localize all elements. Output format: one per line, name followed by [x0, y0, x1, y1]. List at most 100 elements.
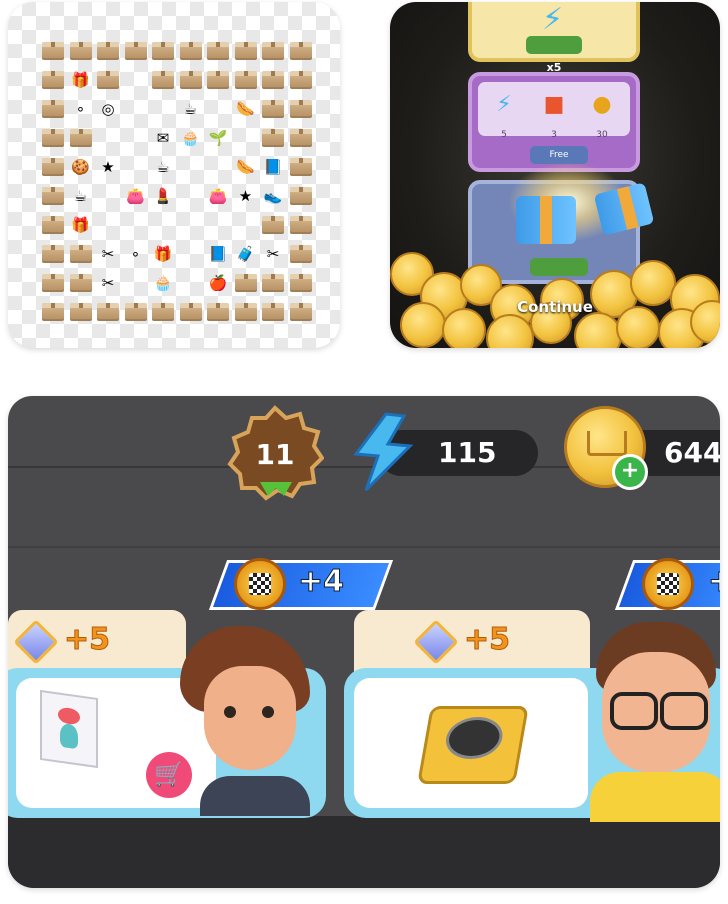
cardboard-box-icon[interactable] [289, 185, 313, 207]
empty-cell[interactable] [179, 156, 203, 178]
empty-cell[interactable] [151, 214, 175, 236]
empty-cell[interactable] [124, 98, 148, 120]
empty-cell[interactable] [206, 214, 230, 236]
cardboard-box-icon[interactable] [41, 156, 65, 178]
cardboard-box-icon[interactable] [206, 40, 230, 62]
cup-icon[interactable]: ☕ [69, 185, 93, 207]
cardboard-box-icon[interactable] [151, 40, 175, 62]
empty-cell[interactable] [179, 272, 203, 294]
cardboard-box-icon[interactable] [179, 69, 203, 91]
claim-button[interactable] [530, 258, 588, 276]
cardboard-box-icon[interactable] [124, 40, 148, 62]
apple-icon[interactable]: 🍎 [206, 272, 230, 294]
cardboard-box-icon[interactable] [289, 40, 313, 62]
hair-dryer-icon[interactable]: ✂ [96, 243, 120, 265]
cardboard-box-icon[interactable] [41, 185, 65, 207]
cardboard-box-icon[interactable] [179, 301, 203, 323]
cardboard-box-icon[interactable] [41, 69, 65, 91]
cup-icon[interactable]: ☕ [179, 98, 203, 120]
cardboard-box-icon[interactable] [96, 301, 120, 323]
cardboard-box-icon[interactable] [289, 301, 313, 323]
cardboard-box-icon[interactable] [289, 156, 313, 178]
cardboard-box-icon[interactable] [69, 243, 93, 265]
star-icon[interactable]: ★ [234, 185, 258, 207]
empty-cell[interactable] [96, 185, 120, 207]
purse-icon[interactable]: 👛 [206, 185, 230, 207]
cardboard-box-icon[interactable] [261, 301, 285, 323]
cardboard-box-icon[interactable] [151, 69, 175, 91]
gift-icon[interactable]: 🎁 [151, 243, 175, 265]
cardboard-box-icon[interactable] [41, 243, 65, 265]
hair-dryer-icon[interactable]: ✂ [261, 243, 285, 265]
cardboard-box-icon[interactable] [124, 301, 148, 323]
letter-icon[interactable]: ✉ [151, 127, 175, 149]
empty-cell[interactable] [124, 272, 148, 294]
empty-cell[interactable] [151, 98, 175, 120]
empty-cell[interactable] [124, 127, 148, 149]
empty-cell[interactable] [124, 214, 148, 236]
gift-icon[interactable]: 🎁 [69, 69, 93, 91]
hotdog-icon[interactable]: 🌭 [234, 98, 258, 120]
cupcake-icon[interactable]: 🧁 [179, 127, 203, 149]
cardboard-box-icon[interactable] [234, 272, 258, 294]
purse-icon[interactable]: 👛 [124, 185, 148, 207]
cardboard-box-icon[interactable] [206, 301, 230, 323]
cardboard-box-icon[interactable] [261, 40, 285, 62]
cardboard-box-icon[interactable] [234, 301, 258, 323]
lipstick-icon[interactable]: 💄 [151, 185, 175, 207]
cardboard-box-icon[interactable] [261, 272, 285, 294]
add-coins-button[interactable]: + [612, 454, 648, 490]
cardboard-box-icon[interactable] [261, 69, 285, 91]
cardboard-box-icon[interactable] [69, 272, 93, 294]
cardboard-box-icon[interactable] [41, 301, 65, 323]
cardboard-box-icon[interactable] [289, 214, 313, 236]
empty-cell[interactable] [179, 185, 203, 207]
cardboard-box-icon[interactable] [69, 40, 93, 62]
empty-cell[interactable] [234, 127, 258, 149]
cardboard-box-icon[interactable] [289, 243, 313, 265]
plant-icon[interactable]: 🌱 [206, 127, 230, 149]
cardboard-box-icon[interactable] [179, 40, 203, 62]
empty-cell[interactable] [179, 243, 203, 265]
empty-cell[interactable] [96, 214, 120, 236]
shoe-icon[interactable]: 👟 [261, 185, 285, 207]
cardboard-box-icon[interactable] [41, 40, 65, 62]
empty-cell[interactable] [96, 127, 120, 149]
cardboard-box-icon[interactable] [289, 127, 313, 149]
cardboard-box-icon[interactable] [261, 127, 285, 149]
cardboard-box-icon[interactable] [234, 40, 258, 62]
cardboard-box-icon[interactable] [41, 127, 65, 149]
empty-cell[interactable] [206, 98, 230, 120]
cardboard-box-icon[interactable] [69, 127, 93, 149]
continue-button[interactable]: Continue [390, 298, 720, 316]
empty-cell[interactable] [124, 69, 148, 91]
hotdog-icon[interactable]: 🌭 [234, 156, 258, 178]
empty-cell[interactable] [206, 156, 230, 178]
star-icon[interactable]: ★ [96, 156, 120, 178]
suitcase-icon[interactable]: 🧳 [234, 243, 258, 265]
cardboard-box-icon[interactable] [41, 272, 65, 294]
coins-icon[interactable]: ∘ [69, 98, 93, 120]
donut-icon[interactable]: ◎ [96, 98, 120, 120]
claim-button[interactable] [526, 36, 582, 54]
empty-cell[interactable] [234, 214, 258, 236]
cardboard-box-icon[interactable] [289, 69, 313, 91]
cardboard-box-icon[interactable] [289, 98, 313, 120]
cup-icon[interactable]: ☕ [151, 156, 175, 178]
cardboard-box-icon[interactable] [206, 69, 230, 91]
cardboard-box-icon[interactable] [96, 40, 120, 62]
gift-icon[interactable]: 🎁 [69, 214, 93, 236]
cardboard-box-icon[interactable] [234, 69, 258, 91]
cardboard-box-icon[interactable] [261, 98, 285, 120]
coins-icon[interactable]: ∘ [124, 243, 148, 265]
cardboard-box-icon[interactable] [69, 301, 93, 323]
cardboard-box-icon[interactable] [96, 69, 120, 91]
cupcake-icon[interactable]: 🧁 [151, 272, 175, 294]
gingerbread-icon[interactable]: 🍪 [69, 156, 93, 178]
hair-dryer-icon[interactable]: ✂ [96, 272, 120, 294]
cardboard-box-icon[interactable] [41, 214, 65, 236]
cardboard-box-icon[interactable] [151, 301, 175, 323]
book-icon[interactable]: 📘 [206, 243, 230, 265]
book-icon[interactable]: 📘 [261, 156, 285, 178]
cardboard-box-icon[interactable] [41, 98, 65, 120]
